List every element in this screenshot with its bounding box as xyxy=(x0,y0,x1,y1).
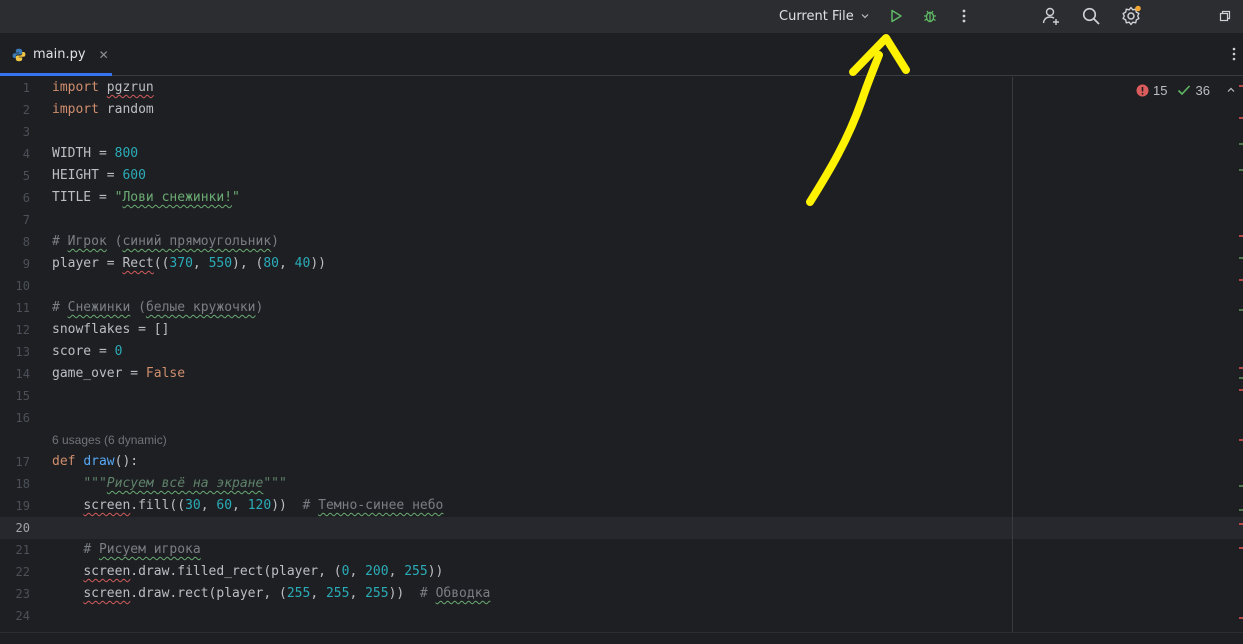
code-line: def draw(): xyxy=(52,454,139,469)
code-line: player = Rect((370, 550), (80, 40)) xyxy=(52,256,326,271)
code-line: game_over = False xyxy=(52,366,186,381)
code-line: screen.draw.rect(player, (255, 255, 255)… xyxy=(83,586,491,601)
editor-tab-bar: main.py ✕ xyxy=(0,34,1243,76)
line-number: 18 xyxy=(15,477,30,491)
line-number: 10 xyxy=(15,279,30,293)
close-icon[interactable]: ✕ xyxy=(99,48,109,62)
line-number: 16 xyxy=(15,411,30,425)
error-count: 15 xyxy=(1153,82,1168,98)
status-strip xyxy=(0,632,1243,644)
code-line: screen.draw.filled_rect(player, (0, 200,… xyxy=(83,564,444,579)
right-margin-guide xyxy=(1012,77,1013,643)
line-number: 23 xyxy=(15,587,30,601)
code-line: # Рисуем игрока xyxy=(83,542,201,557)
add-user-icon[interactable] xyxy=(1038,3,1064,29)
chevron-up-icon[interactable] xyxy=(1226,85,1236,95)
line-number: 21 xyxy=(15,543,30,557)
settings-icon[interactable] xyxy=(1118,3,1144,29)
line-number: 8 xyxy=(22,235,30,249)
code-line: """Рисуем всё на экране""" xyxy=(83,476,287,491)
more-vert-icon[interactable] xyxy=(951,3,977,29)
line-number: 7 xyxy=(22,213,30,227)
run-config-label: Current File xyxy=(779,8,854,24)
error-stripe[interactable] xyxy=(1237,77,1243,643)
line-number: 9 xyxy=(22,257,30,271)
debug-icon[interactable] xyxy=(917,3,943,29)
tab-options-icon[interactable] xyxy=(1227,44,1241,64)
restore-window-icon[interactable] xyxy=(1212,3,1238,29)
line-number: 11 xyxy=(15,301,30,315)
line-number: 12 xyxy=(15,323,30,337)
line-number: 4 xyxy=(22,147,30,161)
code-line: # Игрок (синий прямоугольник) xyxy=(52,234,279,249)
code-line: TITLE = "Лови снежинки!" xyxy=(52,190,240,205)
line-number-current: 20 xyxy=(15,521,30,535)
tab-label: main.py xyxy=(33,47,86,62)
line-number: 17 xyxy=(15,455,30,469)
checkmark-icon xyxy=(1178,85,1191,96)
code-line: HEIGHT = 600 xyxy=(52,168,146,183)
tab-main-py[interactable]: main.py ✕ xyxy=(0,34,112,76)
main-toolbar: Current File xyxy=(0,0,1243,34)
code-line: # Снежинки (белые кружочки) xyxy=(52,300,264,315)
python-file-icon xyxy=(12,48,26,61)
code-line: screen.fill((30, 60, 120)) # Темно-синее… xyxy=(83,498,444,513)
usages-inlay-hint[interactable]: 6 usages (6 dynamic) xyxy=(52,429,167,451)
chevron-down-icon xyxy=(861,14,869,19)
code-line: score = 0 xyxy=(52,344,123,359)
line-number: 2 xyxy=(22,103,30,117)
current-line-highlight xyxy=(0,517,1243,539)
line-number: 6 xyxy=(22,191,30,205)
code-line: import random xyxy=(52,102,154,117)
code-line: WIDTH = 800 xyxy=(52,146,139,161)
line-number: 19 xyxy=(15,499,30,513)
line-number: 14 xyxy=(15,367,30,381)
search-icon[interactable] xyxy=(1078,3,1104,29)
line-number: 15 xyxy=(15,389,30,403)
line-number: 3 xyxy=(22,125,30,139)
line-number: 22 xyxy=(15,565,30,579)
line-number: 5 xyxy=(22,169,30,183)
line-number: 24 xyxy=(15,609,30,623)
line-number: 1 xyxy=(22,81,30,95)
error-icon xyxy=(1136,84,1149,96)
run-configuration-selector[interactable]: Current File xyxy=(771,0,875,32)
run-icon[interactable] xyxy=(883,3,909,29)
code-line: import pgzrun xyxy=(52,80,154,95)
active-tab-indicator xyxy=(0,73,112,76)
inspection-widget[interactable]: 15 36 xyxy=(1136,81,1243,99)
code-line: snowflakes = [] xyxy=(52,322,170,337)
code-editor[interactable]: 1 2 3 4 5 6 7 8 9 10 11 12 13 14 15 16 1… xyxy=(0,77,1243,643)
line-number: 13 xyxy=(15,345,30,359)
ok-count: 36 xyxy=(1195,82,1210,98)
